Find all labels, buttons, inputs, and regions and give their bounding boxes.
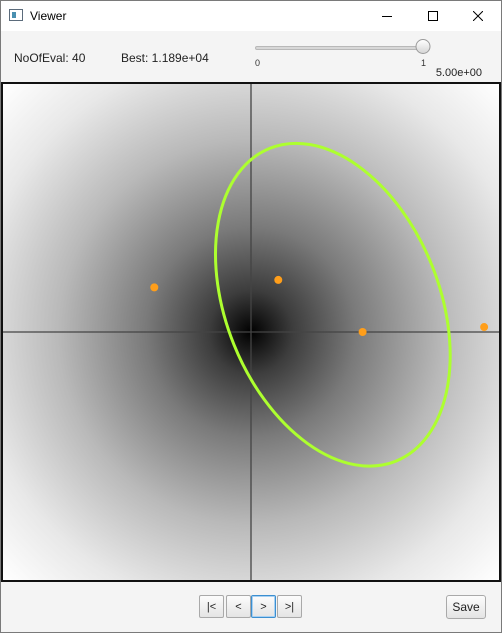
window-title: Viewer: [30, 9, 67, 23]
viewer-window: Viewer NoOfEval: 40 Best: 1.189e+04 0 1 …: [0, 0, 502, 633]
last-step-button[interactable]: >|: [277, 595, 302, 618]
stats-toolbar: NoOfEval: 40 Best: 1.189e+04 0 1 5.00e+0…: [1, 31, 501, 82]
first-step-button[interactable]: |<: [199, 595, 224, 618]
slider-thumb[interactable]: [415, 39, 431, 54]
sample-point: [358, 328, 367, 336]
best-value: Best: 1.189e+04: [121, 51, 209, 65]
save-button[interactable]: Save: [446, 595, 486, 619]
app-window-icon: [9, 9, 23, 21]
minimize-button[interactable]: [364, 1, 410, 31]
evaluation-count: NoOfEval: 40: [14, 51, 86, 65]
sample-point: [150, 283, 159, 292]
plot-canvas[interactable]: [1, 82, 501, 582]
sample-point: [480, 323, 489, 332]
next-step-button[interactable]: >: [251, 595, 276, 618]
maximize-icon: [428, 11, 438, 21]
slider-min-label: 0: [255, 58, 261, 68]
minimize-icon: [382, 16, 392, 17]
slider-max-label: 1: [421, 58, 427, 68]
title-bar: Viewer: [1, 1, 501, 31]
sample-point: [274, 275, 283, 284]
objective-plot: [3, 84, 499, 580]
slider-track[interactable]: [255, 46, 425, 50]
slider-value: 5.00e+00: [435, 67, 482, 79]
maximize-button[interactable]: [410, 1, 456, 31]
previous-step-button[interactable]: <: [226, 595, 251, 618]
close-icon: [473, 11, 483, 21]
close-button[interactable]: [455, 1, 501, 31]
